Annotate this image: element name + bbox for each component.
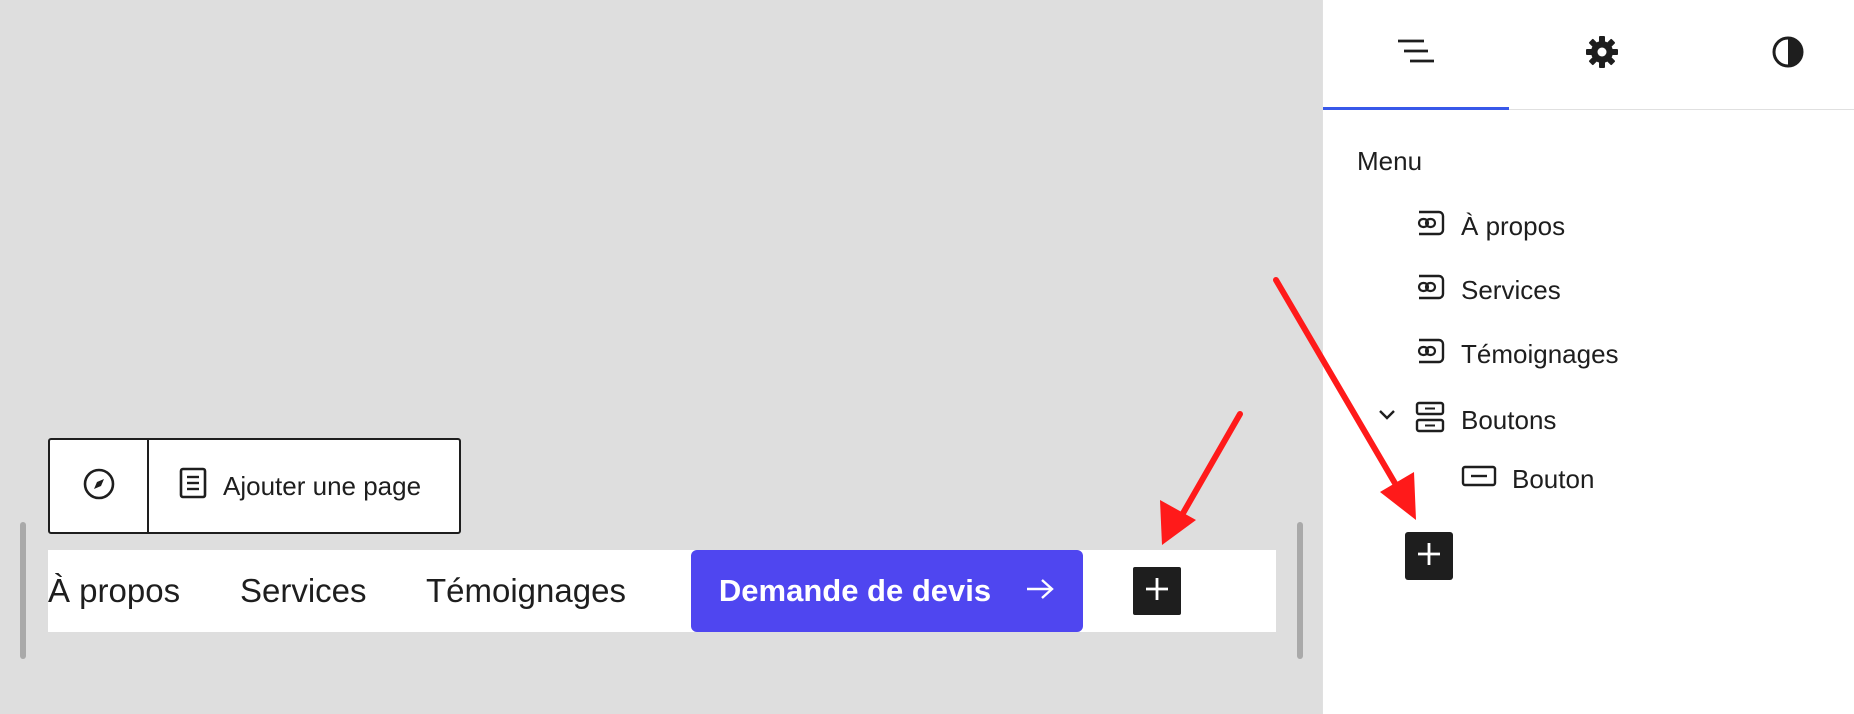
tree-item-bouton[interactable]: Bouton: [1460, 464, 1594, 495]
sidebar-tabs: [1323, 0, 1854, 110]
resize-handle-left[interactable]: [20, 522, 26, 659]
tree-item-services[interactable]: Services: [1413, 272, 1561, 309]
half-circle-icon: [1771, 35, 1805, 74]
nav-link-services[interactable]: Services: [240, 572, 367, 610]
editor-window: Ajouter une page À propos Services Témoi…: [0, 0, 1854, 714]
compass-icon: [82, 467, 116, 506]
link-icon: [1413, 208, 1447, 245]
navigation-block-toolbar: Ajouter une page: [48, 438, 461, 534]
link-icon: [1413, 336, 1447, 373]
tree-item-boutons[interactable]: Boutons: [1413, 400, 1556, 441]
list-view-icon: [1396, 36, 1436, 71]
tree-item-a-propos[interactable]: À propos: [1413, 208, 1565, 245]
compass-button[interactable]: [50, 440, 149, 532]
quote-request-label: Demande de devis: [718, 573, 992, 608]
buttons-icon: [1413, 400, 1447, 441]
page-icon: [179, 467, 207, 506]
button-icon: [1460, 464, 1498, 495]
tab-settings[interactable]: [1509, 0, 1695, 109]
gear-icon: [1585, 35, 1619, 74]
add-page-button[interactable]: Ajouter une page: [149, 440, 459, 532]
add-page-label: Ajouter une page: [223, 470, 422, 501]
add-tree-item-button[interactable]: [1405, 532, 1453, 580]
tree-item-label: Boutons: [1461, 405, 1557, 435]
tab-list-view[interactable]: [1323, 0, 1509, 110]
tree-item-label: Bouton: [1512, 464, 1595, 494]
nav-link-temoignages[interactable]: Témoignages: [426, 572, 626, 610]
resize-handle-right[interactable]: [1297, 522, 1303, 659]
plus-icon: [1144, 576, 1170, 607]
link-icon: [1413, 272, 1447, 309]
tree-item-temoignages[interactable]: Témoignages: [1413, 336, 1619, 373]
nav-link-a-propos[interactable]: À propos: [48, 572, 180, 610]
arrow-right-icon: [1025, 573, 1055, 609]
quote-request-button[interactable]: Demande de devis: [691, 550, 1083, 632]
plus-icon: [1416, 541, 1442, 572]
navigation-menu: À propos Services Témoignages Demande de…: [48, 550, 1276, 632]
settings-sidebar: Menu À propos Services Témoignages Bouto…: [1322, 0, 1854, 714]
tree-item-label: Services: [1461, 275, 1561, 305]
tree-item-label: Témoignages: [1461, 339, 1619, 369]
tab-styles[interactable]: [1695, 0, 1854, 109]
chevron-down-icon[interactable]: [1377, 408, 1397, 427]
add-block-button[interactable]: [1133, 567, 1181, 615]
editor-canvas: Ajouter une page À propos Services Témoi…: [0, 0, 1322, 714]
tree-item-label: À propos: [1461, 211, 1566, 241]
panel-title: Menu: [1357, 146, 1423, 176]
